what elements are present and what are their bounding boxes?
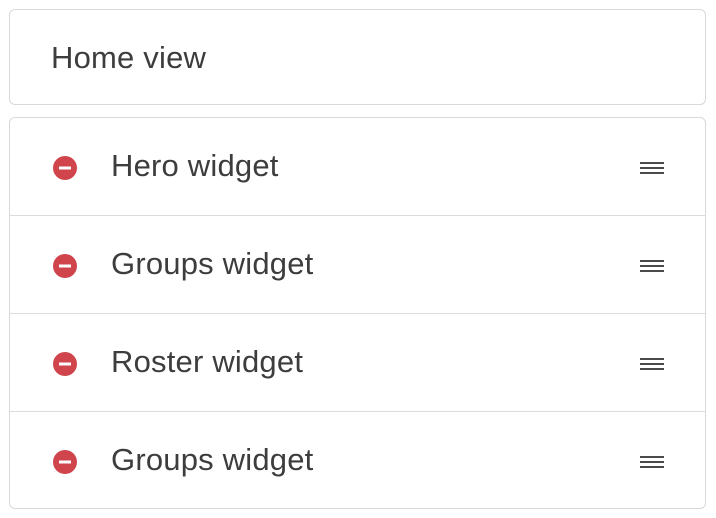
widget-label: Hero widget <box>111 148 279 183</box>
widget-row: Hero widget <box>10 118 705 216</box>
drag-handle-icon[interactable] <box>637 254 667 278</box>
drag-handle-icon[interactable] <box>637 352 667 376</box>
widget-row: Groups widget <box>10 216 705 314</box>
remove-circle-icon[interactable] <box>53 254 77 278</box>
widget-row: Roster widget <box>10 314 705 412</box>
view-header-card: Home view <box>9 9 706 105</box>
remove-circle-icon[interactable] <box>53 352 77 376</box>
widget-label: Groups widget <box>111 442 314 477</box>
drag-handle-icon[interactable] <box>637 450 667 474</box>
widget-list: Hero widget Groups widget Roster widget … <box>9 117 706 509</box>
widget-label: Groups widget <box>111 246 314 281</box>
drag-handle-icon[interactable] <box>637 156 667 180</box>
widget-label: Roster widget <box>111 344 304 379</box>
remove-circle-icon[interactable] <box>53 156 77 180</box>
remove-circle-icon[interactable] <box>53 450 77 474</box>
widget-row: Groups widget <box>10 412 705 508</box>
view-title: Home view <box>51 40 207 75</box>
